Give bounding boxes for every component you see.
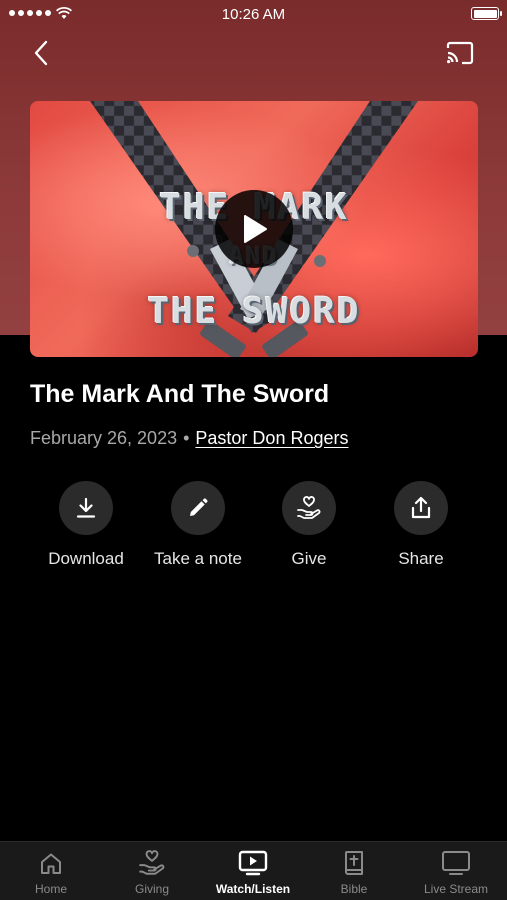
sermon-thumbnail[interactable]: THE MARK AND THE SWORD (30, 101, 478, 357)
giving-hand-heart-icon (297, 496, 321, 519)
give-circle[interactable] (282, 481, 336, 535)
download-label: Download (48, 549, 124, 568)
tab-watch-listen[interactable]: Watch/Listen (203, 842, 303, 900)
thumbnail-title-line3: THE SWORD (147, 291, 361, 332)
tab-giving[interactable]: Giving (102, 842, 202, 900)
status-time: 10:26 AM (221, 6, 286, 23)
status-bar: 10:26 AM (0, 0, 507, 28)
speaker-link[interactable]: Pastor Don Rogers (195, 428, 348, 448)
bible-icon (345, 851, 363, 875)
action-row: Download Take a note Give Share (0, 481, 507, 571)
home-icon (41, 853, 61, 874)
download-icon (76, 497, 96, 518)
take-note-label: Take a note (154, 549, 242, 568)
play-icon (244, 215, 267, 243)
cast-icon (446, 41, 474, 65)
back-button[interactable] (26, 36, 56, 70)
pencil-icon (190, 498, 208, 516)
share-label: Share (398, 549, 444, 568)
download-button[interactable]: Download (30, 481, 142, 569)
tab-home[interactable]: Home (1, 842, 101, 900)
tab-live-stream-label: Live Stream (423, 882, 489, 896)
take-note-button[interactable]: Take a note (142, 481, 254, 569)
take-note-circle[interactable] (171, 481, 225, 535)
share-button[interactable]: Share (365, 481, 477, 569)
tab-bible-label: Bible (340, 882, 368, 896)
sermon-meta: February 26, 2023 • Pastor Don Rogers (30, 428, 348, 449)
sermon-date: February 26, 2023 (30, 428, 178, 448)
give-label: Give (291, 549, 327, 568)
share-upload-icon (411, 496, 431, 519)
tv-play-icon (238, 850, 268, 876)
monitor-icon (442, 851, 470, 875)
chevron-left-icon (34, 40, 48, 66)
tab-home-label: Home (34, 882, 67, 896)
download-circle[interactable] (59, 481, 113, 535)
share-circle[interactable] (394, 481, 448, 535)
sermon-title: The Mark And The Sword (30, 380, 330, 408)
tab-bible[interactable]: Bible (304, 842, 404, 900)
tab-giving-label: Giving (134, 882, 169, 896)
battery-icon (471, 7, 502, 20)
tab-bar: Home Giving Watch/Listen Bible Live Stre… (0, 841, 507, 900)
tab-watch-listen-label: Watch/Listen (215, 882, 291, 896)
play-button[interactable] (215, 190, 293, 268)
giving-hand-heart-icon (139, 850, 165, 875)
give-button[interactable]: Give (253, 481, 365, 569)
meta-separator: • (183, 428, 190, 448)
cast-button[interactable] (443, 38, 477, 68)
tab-live-stream[interactable]: Live Stream (406, 842, 506, 900)
